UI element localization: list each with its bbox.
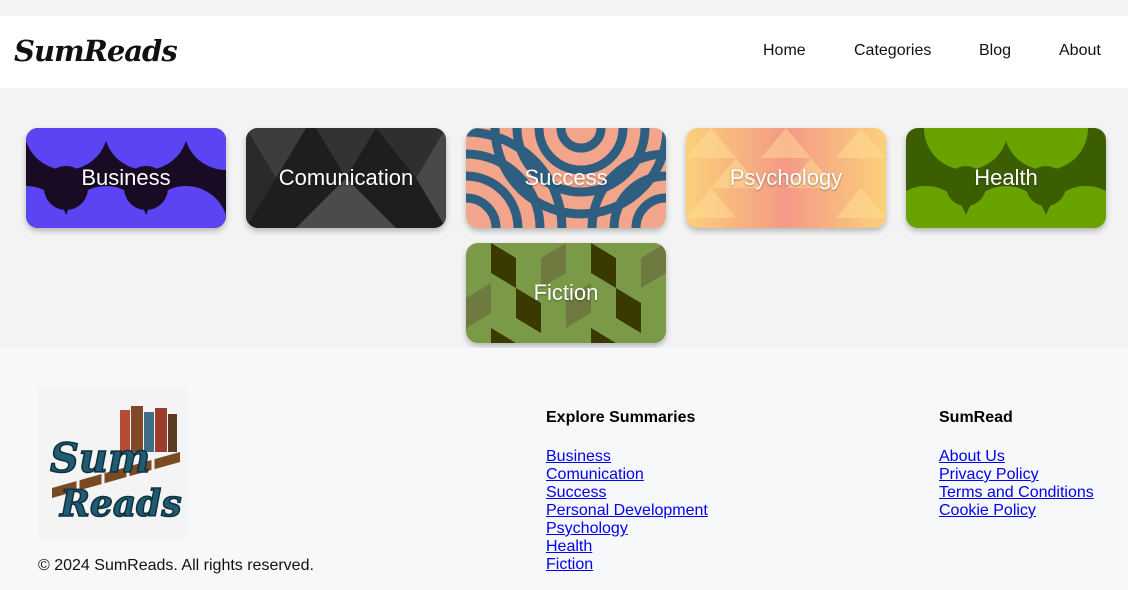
footer-link-comunication[interactable]: Comunication bbox=[546, 466, 644, 483]
nav-home[interactable]: Home bbox=[763, 42, 806, 60]
footer-link-psychology[interactable]: Psychology bbox=[546, 520, 628, 537]
list-item: Comunication bbox=[546, 466, 708, 484]
list-item: Cookie Policy bbox=[939, 502, 1094, 520]
explore-summaries-links: Business Comunication Success Personal D… bbox=[546, 448, 708, 574]
list-item: Terms and Conditions bbox=[939, 484, 1094, 502]
sumread-links: About Us Privacy Policy Terms and Condit… bbox=[939, 448, 1094, 520]
category-card-psychology[interactable]: Psychology bbox=[686, 128, 886, 228]
explore-summaries-title: Explore Summaries bbox=[546, 409, 696, 426]
footer-link-success[interactable]: Success bbox=[546, 484, 606, 501]
category-label: Fiction bbox=[533, 280, 599, 305]
category-label: Health bbox=[974, 165, 1038, 190]
footer-logo-image: Sum Reads bbox=[38, 388, 188, 538]
nav-blog[interactable]: Blog bbox=[979, 42, 1011, 60]
list-item: Personal Development bbox=[546, 502, 708, 520]
category-card-business[interactable]: Business bbox=[26, 128, 226, 228]
footer-link-cookie-policy[interactable]: Cookie Policy bbox=[939, 502, 1036, 519]
footer-link-personal-development[interactable]: Personal Development bbox=[546, 502, 708, 519]
footer-link-health[interactable]: Health bbox=[546, 538, 592, 555]
category-label: Success bbox=[524, 165, 608, 190]
nav-categories[interactable]: Categories bbox=[854, 42, 931, 60]
header: SumReads Home Categories Blog About bbox=[0, 16, 1128, 88]
nav-about[interactable]: About bbox=[1059, 42, 1101, 60]
footer-link-business[interactable]: Business bbox=[546, 448, 611, 465]
footer-link-fiction[interactable]: Fiction bbox=[546, 556, 593, 573]
category-label: Business bbox=[81, 165, 171, 190]
svg-text:Sum: Sum bbox=[50, 435, 150, 482]
list-item: Psychology bbox=[546, 520, 708, 538]
footer: Sum Reads © 2024 SumReads. All rights re… bbox=[0, 348, 1128, 590]
list-item: About Us bbox=[939, 448, 1094, 466]
category-card-success[interactable]: Success bbox=[466, 128, 666, 228]
category-label: Comunication bbox=[278, 165, 414, 190]
list-item: Business bbox=[546, 448, 708, 466]
svg-text:Reads: Reads bbox=[59, 483, 182, 525]
list-item: Fiction bbox=[546, 556, 708, 574]
copyright-text: © 2024 SumReads. All rights reserved. bbox=[38, 557, 314, 574]
site-logo[interactable]: SumReads bbox=[14, 34, 178, 68]
category-card-comunication[interactable]: Comunication bbox=[246, 128, 446, 228]
footer-link-privacy-policy[interactable]: Privacy Policy bbox=[939, 466, 1039, 483]
category-grid: Business Comunication Success Psychology… bbox=[0, 88, 1128, 348]
category-card-health[interactable]: Health bbox=[906, 128, 1106, 228]
category-card-fiction[interactable]: Fiction bbox=[466, 243, 666, 343]
list-item: Privacy Policy bbox=[939, 466, 1094, 484]
footer-logo: Sum Reads bbox=[38, 388, 188, 538]
list-item: Success bbox=[546, 484, 708, 502]
footer-link-terms-and-conditions[interactable]: Terms and Conditions bbox=[939, 484, 1094, 501]
sumread-title: SumRead bbox=[939, 409, 1013, 426]
footer-link-about-us[interactable]: About Us bbox=[939, 448, 1005, 465]
list-item: Health bbox=[546, 538, 708, 556]
category-label: Psychology bbox=[729, 165, 843, 190]
